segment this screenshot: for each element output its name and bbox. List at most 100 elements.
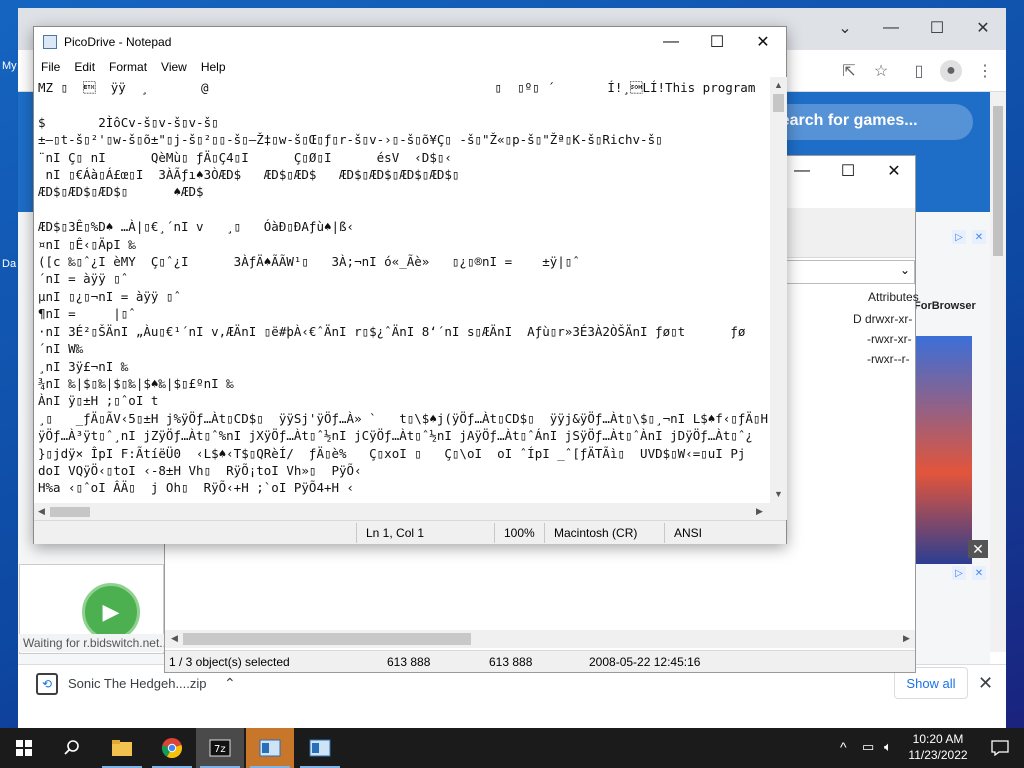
download-file-name[interactable]: Sonic The Hedgeh....zip [68,676,207,691]
editor-line[interactable]: $ 2ÌôCv-š▯v-š▯v-š▯ [38,114,768,131]
zip-file-icon[interactable]: ⟲ [36,673,58,695]
editor-line[interactable]: ¶nI = |▯ˆ [38,305,768,322]
editor-line[interactable]: ([c ‰▯ˆ¿I èMY Ç▯ˆ¿I 3ÀƒÄ♠ÃÃW¹▯ 3À;¬nI ó«… [38,253,768,270]
editor-line[interactable]: ¸▯ _ƒÄ▯ÃV‹5▯±H j%ÿÖƒ…Àt▯CD$▯ ÿÿSj'ÿÖƒ…À»… [38,410,768,427]
ad-dismiss-button[interactable]: ✕ [968,540,988,558]
scroll-up-icon[interactable]: ▲ [774,80,783,90]
text-editor[interactable]: MZ ▯  ÿÿ ¸ @ ▯ ▯º▯ ´ Í!¸LÍ!This progra… [34,77,770,503]
path-dropdown-icon[interactable]: ⌄ [900,263,910,277]
desktop-icon-label[interactable]: Da [2,258,16,270]
notification-icon[interactable] [976,728,1024,768]
editor-line[interactable]: µnI ▯¿▯¬nI = àÿÿ ▯ˆ [38,288,768,305]
status-divider [494,523,495,543]
vertical-scroll-thumb[interactable] [773,94,784,112]
browser-minimize-button[interactable]: — [868,14,914,42]
editor-line[interactable]: }▯jdÿ× ÎpI F:ÃtíëÜ0 ‹L$♠‹T$▯QRèÍ/ ƒÄ▯è% … [38,445,768,462]
editor-line[interactable]: ·nI 3É²▯ŠÄnI „Àu▯€¹´nI v,ÆÄnI ▯ë#þÀ‹€ˆÄn… [38,323,768,340]
status-zoom: 100% [504,526,535,540]
minimize-button[interactable]: — [648,27,694,57]
editor-line[interactable]: nI ▯€Áà▯Á£œ▯I 3ÀÃƒı♠3ÒÆD$ ÆD$▯ÆD$ ÆD$▯ÆD… [38,166,768,183]
ad-close-icon[interactable]: ✕ [972,230,986,244]
editor-line[interactable] [38,201,768,218]
close-button[interactable]: ✕ [740,27,786,57]
ad-title: ForBrowser [914,300,976,312]
share-icon[interactable]: ⇱ [838,60,860,82]
status-encoding: ANSI [674,526,703,540]
scrollbar-corner [770,503,787,520]
scroll-left-icon[interactable]: ◀ [171,633,178,644]
editor-line[interactable]: doI VQÿÖ‹▯toI ‹-8±H Vh▯ RÿÕ¡toI Vh»▯ PÿÕ… [38,462,768,479]
browser-scrollbar[interactable] [990,92,1006,652]
maximize-button[interactable]: ☐ [694,27,740,57]
menu-view[interactable]: View [154,57,194,77]
side-panel-icon[interactable]: ▯ [908,60,930,82]
editor-line[interactable]: MZ ▯  ÿÿ ¸ @ ▯ ▯º▯ ´ Í!¸LÍ!This progra… [38,79,768,96]
menu-edit[interactable]: Edit [67,57,102,77]
column-header-attributes[interactable]: Attributes [868,290,919,304]
editor-line[interactable]: ¾nI ‰|$▯‰|$▯‰|$♠‰|$▯£ºnI ‰ [38,375,768,392]
notepad-app-icon[interactable] [246,728,294,768]
clock-date: 11/23/2022 [908,748,968,762]
chrome-icon[interactable] [148,728,196,768]
notepad-app-icon[interactable] [296,728,344,768]
chevron-up-icon[interactable]: ^ [840,739,847,755]
taskbar-clock[interactable]: 10:20 AM 11/23/2022 [906,731,970,763]
vertical-scrollbar[interactable]: ▲ ▼ [770,77,787,503]
editor-line[interactable]: ÆD$▯ÆD$▯ÆD$▯ ♠ÆD$ [38,183,768,200]
editor-line[interactable]: ´nI = àÿÿ ▯ˆ [38,270,768,287]
archive-status-bar: 1 / 3 object(s) selected 613 888 613 888… [165,650,915,672]
archive-close-button[interactable]: ✕ [871,156,917,186]
scroll-right-icon[interactable]: ▶ [756,506,763,517]
editor-content[interactable]: MZ ▯  ÿÿ ¸ @ ▯ ▯º▯ ´ Í!¸LÍ!This progra… [38,79,768,497]
file-attr[interactable]: -rwxr--r- [867,352,910,366]
window-title: PicoDrive - Notepad [64,35,172,49]
notepad-titlebar[interactable]: PicoDrive - Notepad — ☐ ✕ [34,27,786,57]
editor-line[interactable]: ÆD$▯3Ê▯%D♠ …À|▯€¸´nI v ¸▯ ÓàÐ▯ÐAƒù♠|ß‹ [38,218,768,235]
editor-line[interactable]: ¨nI Ç▯ nI QèMù▯ ƒÄ▯Ç4▯I Ç▯Ø▯I ésV ‹D$▯‹ [38,149,768,166]
editor-line[interactable]: H%a ‹▯ˆoI ÂÄ▯ j Oh▯ RÿÕ‹+H ;`oI PÿÕ4+H ‹ [38,479,768,496]
menu-file[interactable]: File [34,57,67,77]
browser-maximize-button[interactable]: ☐ [914,14,960,42]
windows-start-icon[interactable] [0,728,48,768]
horizontal-scrollbar[interactable]: ◀ ▶ [34,503,770,520]
notepad-window: PicoDrive - Notepad — ☐ ✕ File Edit Form… [33,26,787,544]
editor-line[interactable]: ¤nI ▯Ê‹▯ÄpI ‰ [38,236,768,253]
scroll-down-icon[interactable]: ▼ [774,489,783,499]
ad-choices-icon[interactable]: ▷ [952,566,966,580]
ad-close-icon[interactable]: ✕ [972,566,986,580]
menu-format[interactable]: Format [102,57,154,77]
more-menu-icon[interactable]: ⋮ [974,60,996,82]
play-icon[interactable]: ▶ [82,583,140,641]
network-icon[interactable]: ▭ [862,739,874,755]
file-explorer-icon[interactable] [98,728,146,768]
profile-avatar-icon[interactable]: ● [940,60,962,82]
file-attr[interactable]: -rwxr-xr- [867,332,912,346]
editor-line[interactable]: ´nI W‰ [38,340,768,357]
archive-maximize-button[interactable]: ☐ [825,156,871,186]
zip-app-icon[interactable]: 7z [196,728,244,768]
desktop-icon-label[interactable]: My [2,60,17,72]
archive-hscrollbar[interactable]: ◀ ▶ [165,630,915,648]
editor-line[interactable]: ±—▯t-š▯²'▯w-š▯õ±"▯j-š▯²▯▯-š▯—Ž‡▯w-š▯Œ▯ƒ▯… [38,131,768,148]
editor-line[interactable]: ÀnI ÿ▯±H ;▯ˆoI t [38,392,768,409]
search-icon[interactable] [48,728,96,768]
download-bar-close-icon[interactable]: ✕ [978,673,993,694]
editor-line[interactable]: ÿÖƒ…À³ÿt▯ˆ¸nI jZÿÖƒ…Àt▯ˆ%nI jXÿÖƒ…Àt▯ˆ½n… [38,427,768,444]
bookmark-star-icon[interactable]: ☆ [870,60,892,82]
archive-hscroll-thumb[interactable] [183,633,471,645]
horizontal-scroll-thumb[interactable] [50,507,90,517]
file-attr[interactable]: D drwxr-xr- [853,312,912,326]
browser-chevron-down-icon[interactable]: ⌄ [822,14,868,42]
browser-close-button[interactable]: ✕ [960,14,1006,42]
volume-icon[interactable]: 🔈︎ [884,739,892,755]
menu-help[interactable]: Help [194,57,233,77]
ad-choices-icon[interactable]: ▷ [952,230,966,244]
editor-line[interactable] [38,96,768,113]
scroll-right-icon[interactable]: ▶ [903,633,910,644]
clock-time: 10:20 AM [912,732,964,746]
browser-scroll-thumb[interactable] [993,106,1003,256]
editor-line[interactable]: ¸nI 3ÿ£¬nI ‰ [38,358,768,375]
chevron-up-icon[interactable]: ⌃ [224,675,236,692]
status-size: 613 888 [387,655,431,669]
scroll-left-icon[interactable]: ◀ [38,506,45,517]
